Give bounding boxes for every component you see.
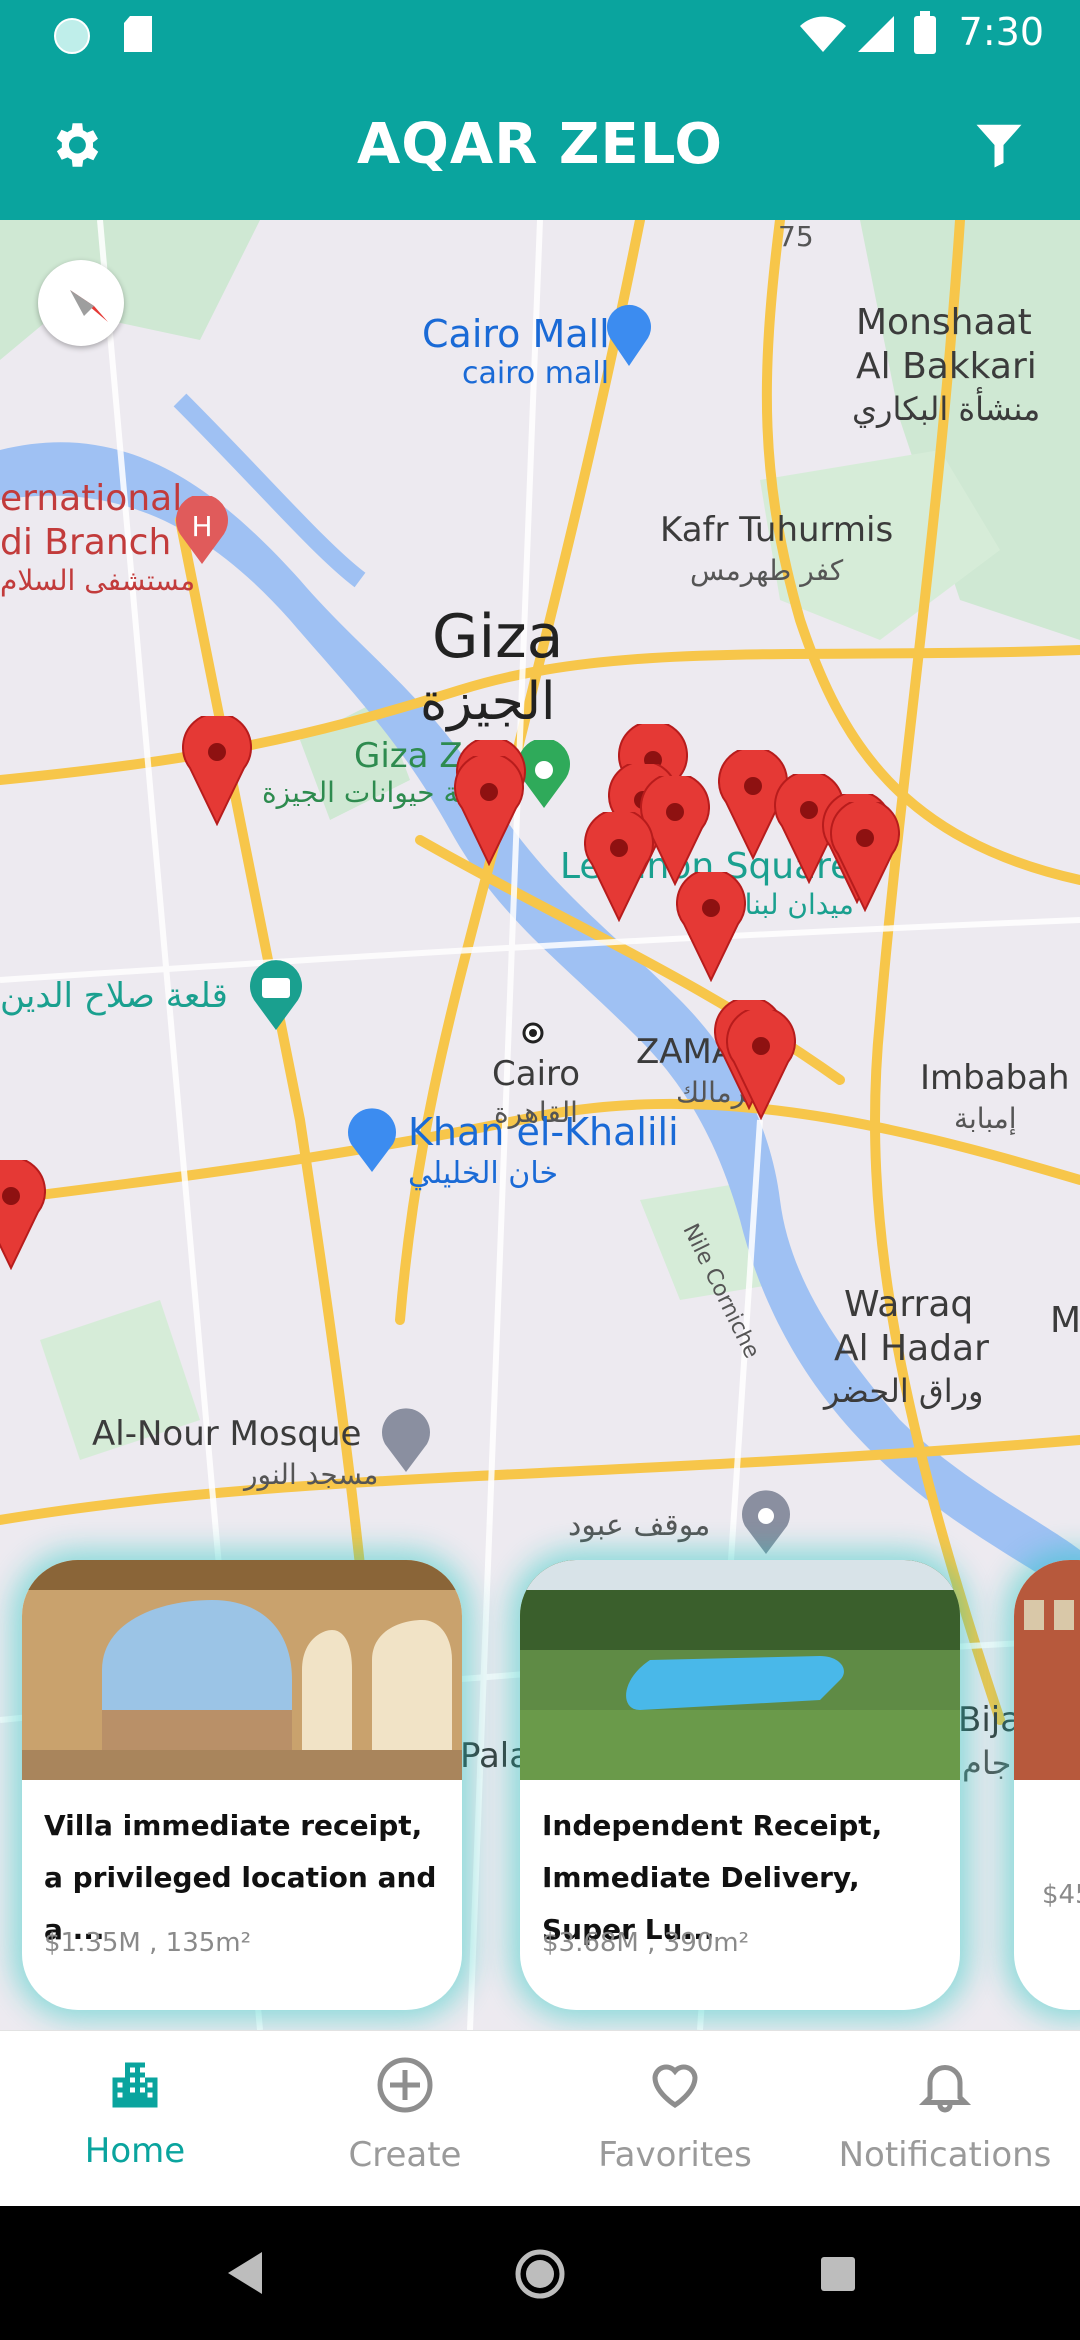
camera-icon — [250, 960, 302, 1030]
property-pin[interactable] — [676, 872, 746, 982]
map-label-warraq: Warraq — [844, 1284, 974, 1325]
property-pin[interactable] — [454, 756, 524, 866]
back-icon[interactable] — [222, 2248, 266, 2298]
wifi-icon — [800, 16, 846, 53]
heart-icon — [652, 2064, 698, 2108]
building-icon — [112, 2062, 158, 2108]
listing-card[interactable]: Independent Receipt, Immediate Delivery,… — [520, 1560, 960, 2010]
nav-create-label: Create — [348, 2135, 462, 2175]
property-pin[interactable] — [182, 716, 252, 826]
listing-card[interactable]: Villa immediate receipt, a privileged lo… — [22, 1560, 462, 2010]
sync-icon — [54, 18, 90, 54]
listing-card[interactable]: $45 — [1014, 1560, 1080, 2010]
map-label-khan: Khan el-Khalili — [408, 1110, 679, 1154]
map-label-monshaat: Monshaat — [856, 302, 1032, 343]
bell-icon — [918, 2065, 972, 2113]
transit-icon — [742, 1490, 790, 1554]
nav-notifications-label: Notifications — [838, 2135, 1052, 2175]
home-circle-icon[interactable] — [514, 2248, 566, 2300]
map-label-imbabah: Imbabah — [920, 1058, 1070, 1098]
nav-favorites[interactable]: Favorites — [540, 2031, 810, 2207]
property-pin[interactable] — [0, 1160, 46, 1270]
listing-price-area: $3.68M , 390m² — [542, 1928, 750, 1958]
sd-card-icon — [124, 16, 152, 52]
map-label-giza: Giza — [432, 602, 564, 672]
recents-icon[interactable] — [818, 2254, 858, 2294]
map-label-di-branch: di Branch — [0, 522, 172, 563]
map-label-al-bakkari: Al Bakkari — [856, 346, 1037, 387]
shopping-icon — [607, 304, 651, 366]
app-bar: AQAR ZELO — [0, 68, 1080, 220]
map-label-giza-ar: الجيزة — [420, 672, 556, 732]
system-navigation-bar — [0, 2206, 1080, 2340]
location-dot-icon — [522, 1022, 544, 1044]
nav-home[interactable]: Home — [0, 2031, 270, 2207]
filter-icon[interactable] — [972, 118, 1026, 172]
map-label-kafr: Kafr Tuhurmis — [660, 510, 894, 550]
listing-carousel[interactable]: Villa immediate receipt, a privileged lo… — [0, 1560, 1080, 2010]
map-label-citadel-ar: قلعة صلاح الدين — [0, 976, 228, 1016]
clock: 7:30 — [958, 10, 1044, 54]
map-label-cairo-mall: Cairo Mall — [422, 312, 610, 356]
svg-text:H: H — [191, 510, 212, 543]
listing-photo — [22, 1560, 462, 1780]
map-label-kafr-ar: كفر طهرمس — [690, 554, 844, 587]
map-label-alnour-ar: مسجد النور — [244, 1458, 379, 1491]
map-label-giza-zoo: Giza Z — [354, 736, 463, 776]
bag-icon — [348, 1108, 396, 1172]
nav-home-label: Home — [84, 2131, 186, 2171]
map-label-mawqif: موقف عبود — [568, 1508, 711, 1543]
bottom-navigation: Home Create Favorites Notifications — [0, 2030, 1080, 2207]
map-label-khan-ar: خان الخليلي — [408, 1156, 559, 1191]
map-label-warraq-ar: وراق الحضر — [824, 1372, 984, 1410]
map-label-route: 75 — [778, 220, 814, 253]
map-label-m-edge: M — [1050, 1300, 1080, 1341]
listing-photo — [1014, 1560, 1080, 1780]
plus-circle-icon — [377, 2057, 433, 2113]
signal-icon — [858, 16, 894, 52]
map-label-hospital-ar: مستشفى السلام — [0, 564, 196, 597]
app-title: AQAR ZELO — [356, 112, 724, 177]
listing-price-area: $1.35M , 135m² — [44, 1928, 252, 1958]
hospital-icon: H — [176, 496, 228, 564]
map-label-cairo-mall-sub: cairo mall — [462, 356, 610, 391]
map-label-monshaat-ar: منشأة البكاري — [852, 390, 1041, 428]
map-label-cairo: Cairo — [492, 1054, 581, 1094]
map-label-imbabah-ar: إمبابة — [954, 1102, 1017, 1135]
listing-price-area: $45 — [1042, 1880, 1080, 1910]
battery-icon — [914, 11, 936, 54]
compass-icon — [70, 290, 108, 322]
property-pin[interactable] — [830, 802, 900, 912]
map-label-al-hadar: Al Hadar — [834, 1328, 989, 1369]
nav-favorites-label: Favorites — [598, 2135, 752, 2175]
nav-create[interactable]: Create — [270, 2031, 540, 2207]
mosque-icon — [382, 1408, 430, 1472]
status-bar: 7:30 — [0, 0, 1080, 68]
map-label-international: ernational — [0, 478, 183, 519]
listing-photo — [520, 1560, 960, 1780]
map-label-alnour: Al-Nour Mosque — [92, 1414, 362, 1454]
property-pin[interactable] — [726, 1010, 796, 1120]
nav-notifications[interactable]: Notifications — [810, 2031, 1080, 2207]
compass-button[interactable] — [38, 260, 124, 346]
property-pin[interactable] — [584, 812, 654, 922]
